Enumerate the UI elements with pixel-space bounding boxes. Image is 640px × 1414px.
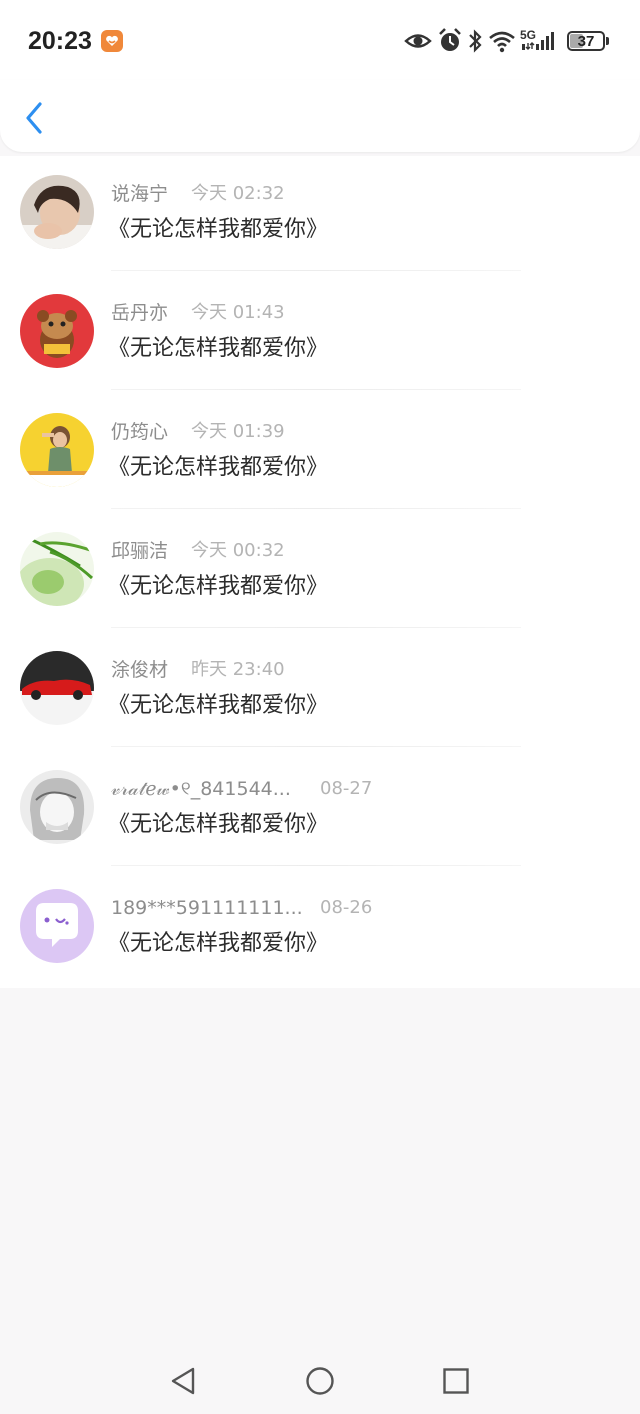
recents-square-icon (443, 1368, 469, 1394)
message-preview: 《无论怎样我都爱你》 (108, 336, 329, 361)
contact-name: 邱骊洁 (111, 540, 169, 562)
battery-icon: 37 (567, 31, 605, 51)
home-nav-button[interactable] (303, 1364, 337, 1398)
divider (111, 746, 521, 747)
home-circle-icon (306, 1367, 334, 1395)
divider (111, 627, 521, 628)
conversation-item[interactable]: 189***591111111... 08-26 《无论怎样我都爱你》 (0, 870, 640, 989)
contact-name: 涂俊材 (111, 659, 169, 681)
contact-name: 说海宁 (111, 183, 169, 205)
divider (111, 508, 521, 509)
avatar (20, 532, 94, 606)
wifi-icon (489, 31, 515, 53)
back-nav-button[interactable] (167, 1364, 201, 1398)
avatar (20, 889, 94, 963)
conversation-item[interactable]: 涂俊材 昨天 23:40 《无论怎样我都爱你》 (0, 632, 640, 751)
back-button[interactable] (20, 100, 50, 136)
contact-name: 仍筠心 (111, 421, 169, 443)
message-time: 今天 01:43 (191, 302, 285, 323)
message-preview: 《无论怎样我都爱你》 (108, 931, 329, 956)
back-triangle-icon (171, 1367, 195, 1395)
divider (111, 270, 521, 271)
message-preview: 《无论怎样我都爱你》 (108, 574, 329, 599)
message-preview: 《无论怎样我都爱你》 (108, 812, 329, 837)
conversation-item[interactable]: 𝓋𝓇𝒶𝓉ℯ𝓌•୧_841544... 08-27 《无论怎样我都爱你》 (0, 751, 640, 870)
contact-name: 189***591111111... (111, 897, 303, 919)
message-time: 今天 00:32 (191, 540, 285, 561)
system-nav-bar (0, 1344, 640, 1414)
divider (111, 389, 521, 390)
status-bar: 20:23 5G 37 (0, 0, 640, 80)
avatar (20, 294, 94, 368)
conversation-item[interactable]: 说海宁 今天 02:32 《无论怎样我都爱你》 (0, 156, 640, 275)
message-time: 08-27 (320, 778, 373, 799)
status-time: 20:23 (28, 27, 92, 55)
contact-name: 岳丹亦 (111, 302, 169, 324)
message-preview: 《无论怎样我都爱你》 (108, 455, 329, 480)
message-time: 08-26 (320, 897, 373, 918)
avatar (20, 770, 94, 844)
avatar (20, 413, 94, 487)
battery-level: 37 (577, 33, 595, 50)
signal-icon: 5G (520, 28, 554, 50)
conversation-item[interactable]: 仍筠心 今天 01:39 《无论怎样我都爱你》 (0, 394, 640, 513)
conversation-list: 说海宁 今天 02:32 《无论怎样我都爱你》 岳丹亦 今天 01:43 《无论… (0, 156, 640, 988)
message-time: 昨天 23:40 (191, 659, 285, 680)
status-icons: 5G 37 (404, 26, 614, 56)
alarm-icon (439, 28, 461, 51)
avatar (20, 175, 94, 249)
contact-name: 𝓋𝓇𝒶𝓉ℯ𝓌•୧_841544... (111, 778, 291, 800)
message-time: 今天 01:39 (191, 421, 285, 442)
avatar (20, 651, 94, 725)
chevron-left-icon (26, 102, 42, 134)
conversation-item[interactable]: 岳丹亦 今天 01:43 《无论怎样我都爱你》 (0, 275, 640, 394)
conversation-item[interactable]: 邱骊洁 今天 00:32 《无论怎样我都爱你》 (0, 513, 640, 632)
network-type: 5G (520, 28, 536, 42)
eye-icon (404, 34, 432, 48)
message-preview: 《无论怎样我都爱你》 (108, 693, 329, 718)
recents-nav-button[interactable] (439, 1364, 473, 1398)
divider (111, 865, 521, 866)
app-badge-icon (101, 30, 123, 52)
message-preview: 《无论怎样我都爱你》 (108, 217, 329, 242)
bluetooth-icon (469, 29, 482, 53)
top-app-bar (0, 80, 640, 152)
message-time: 今天 02:32 (191, 183, 285, 204)
